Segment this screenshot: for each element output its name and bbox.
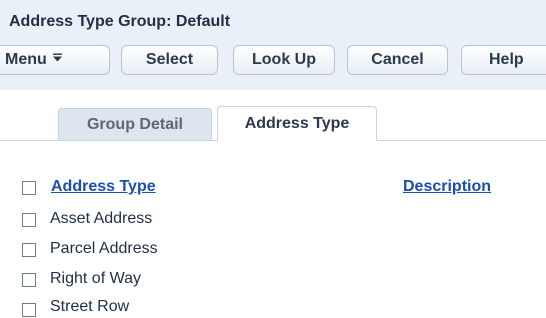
column-header-description[interactable]: Description [403, 178, 491, 196]
row-checkbox-street-row[interactable] [22, 303, 36, 317]
row-checkbox-parcel-address[interactable] [22, 243, 36, 257]
table-row-address-type: Right of Way [50, 270, 141, 287]
row-checkbox-asset-address[interactable] [22, 213, 36, 227]
row-checkbox-right-of-way[interactable] [22, 273, 36, 287]
tab-address-type[interactable]: Address Type [217, 106, 377, 141]
help-button[interactable]: Help [461, 45, 546, 75]
table-row-address-type: Parcel Address [50, 240, 158, 257]
select-button[interactable]: Select [121, 45, 218, 75]
column-header-address-type[interactable]: Address Type [51, 178, 156, 196]
title-bar: Address Type Group: Default Menu Select … [0, 0, 546, 90]
page-title: Address Type Group: Default [9, 13, 231, 30]
menu-button[interactable]: Menu [0, 45, 110, 75]
menu-caret-icon [52, 44, 62, 72]
address-type-group-page: Address Type Group: Default Menu Select … [0, 0, 546, 318]
table-row-address-type: Asset Address [50, 210, 153, 227]
menu-button-label: Menu [5, 51, 47, 69]
table-row-address-type: Street Row [50, 298, 130, 315]
tab-group-detail[interactable]: Group Detail [58, 108, 212, 140]
select-all-checkbox[interactable] [22, 181, 36, 195]
look-up-button[interactable]: Look Up [233, 45, 335, 75]
cancel-button[interactable]: Cancel [347, 45, 448, 75]
